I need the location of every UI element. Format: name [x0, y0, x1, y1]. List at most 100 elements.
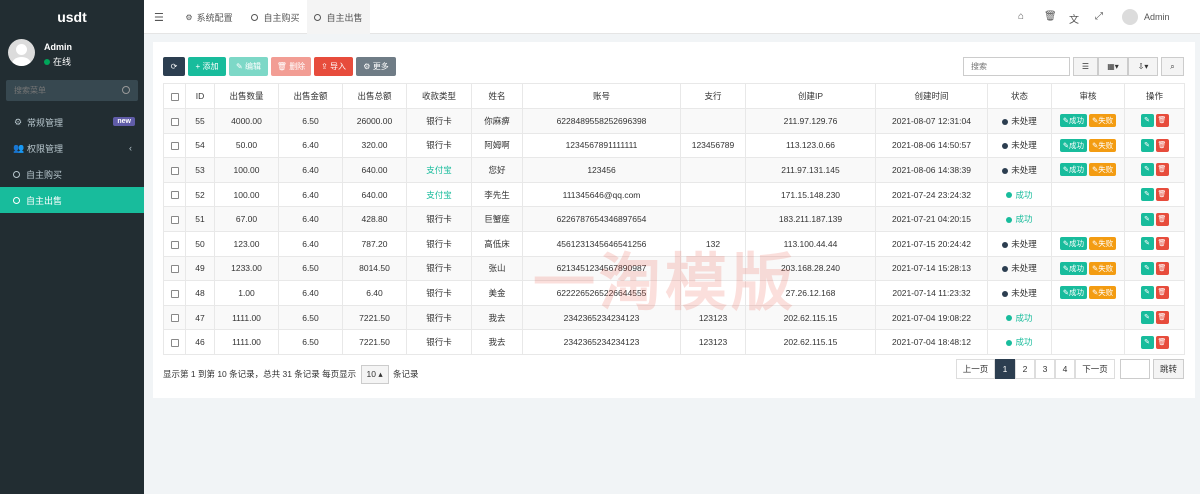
- row-edit-button[interactable]: ✎: [1140, 188, 1154, 202]
- table-row[interactable]: 47 1111.00 6.50 7221.50 银行卡 我去 234236523423412…: [163, 304, 1185, 331]
- column-header[interactable]: ID: [185, 83, 215, 109]
- page-button[interactable]: 2: [1015, 359, 1035, 379]
- home-icon[interactable]: ⌂: [1018, 11, 1024, 22]
- row-edit-button[interactable]: ✎: [1140, 286, 1154, 300]
- row-checkbox[interactable]: [170, 191, 179, 200]
- approve-button[interactable]: ✎成功: [1059, 163, 1087, 177]
- import-button[interactable]: ⇪ 导入: [314, 57, 353, 76]
- goto-page-button[interactable]: 跳转: [1153, 359, 1184, 379]
- approve-button[interactable]: ✎成功: [1059, 138, 1087, 152]
- reject-button[interactable]: ✎失败: [1089, 286, 1117, 300]
- row-delete-button[interactable]: 🗑: [1155, 311, 1169, 325]
- reject-button[interactable]: ✎失败: [1089, 114, 1117, 128]
- column-header[interactable]: 出售总额: [342, 83, 407, 109]
- table-row[interactable]: 48 1.00 6.40 6.40 银行卡 美金 6222265265226644555 27…: [163, 280, 1185, 306]
- table-row[interactable]: 54 50.00 6.40 320.00 银行卡 阿姆啊 1234567891111111 1…: [163, 132, 1185, 159]
- column-header[interactable]: 出售数量: [214, 83, 279, 109]
- approve-button[interactable]: ✎成功: [1059, 261, 1087, 275]
- advanced-search-button[interactable]: ⌕: [1161, 57, 1184, 76]
- tab-system-config[interactable]: ⚙ 系统配置: [174, 0, 244, 34]
- more-button[interactable]: ⚙ 更多: [356, 57, 396, 76]
- table-row[interactable]: 55 4000.00 6.50 26000.00 银行卡 你麻痹 6228489558252…: [163, 108, 1185, 134]
- row-delete-button[interactable]: 🗑: [1155, 237, 1169, 251]
- row-edit-button[interactable]: ✎: [1140, 212, 1154, 226]
- row-delete-button[interactable]: 🗑: [1155, 188, 1169, 202]
- reject-button[interactable]: ✎失败: [1089, 237, 1117, 251]
- table-row[interactable]: 49 1233.00 6.50 8014.50 银行卡 张山 621345123456789…: [163, 255, 1185, 282]
- row-delete-button[interactable]: 🗑: [1155, 138, 1169, 152]
- table-row[interactable]: 53 100.00 6.40 640.00 支付宝 您好 123456 211.97.131.…: [163, 157, 1185, 183]
- table-row[interactable]: 50 123.00 6.40 787.20 银行卡 高低床 4561231345646541…: [163, 230, 1185, 257]
- table-row[interactable]: 52 100.00 6.40 640.00 支付宝 李先生 111345646@qq.com…: [163, 181, 1185, 208]
- page-size-select[interactable]: 10 ▴: [360, 365, 389, 384]
- row-edit-button[interactable]: ✎: [1140, 311, 1154, 325]
- row-delete-button[interactable]: 🗑: [1155, 163, 1169, 177]
- approve-button[interactable]: ✎成功: [1059, 286, 1087, 300]
- row-edit-button[interactable]: ✎: [1140, 237, 1154, 251]
- export-dropdown-button[interactable]: ⇩▾: [1128, 57, 1158, 76]
- row-delete-button[interactable]: 🗑: [1155, 335, 1169, 349]
- page-button[interactable]: 1: [995, 359, 1015, 379]
- tab-sell[interactable]: 自主出售: [307, 0, 370, 34]
- row-edit-button[interactable]: ✎: [1140, 114, 1154, 128]
- row-delete-button[interactable]: 🗑: [1155, 261, 1169, 275]
- column-header[interactable]: 出售金额: [278, 83, 343, 109]
- row-checkbox[interactable]: [170, 166, 179, 175]
- add-button[interactable]: + 添加: [188, 57, 226, 76]
- column-header[interactable]: 支行: [680, 83, 746, 109]
- column-header[interactable]: 账号: [522, 83, 681, 109]
- row-edit-button[interactable]: ✎: [1140, 138, 1154, 152]
- refresh-button[interactable]: ⟳: [163, 57, 185, 76]
- menu-search-input[interactable]: [6, 80, 138, 101]
- row-checkbox[interactable]: [170, 338, 179, 347]
- column-header[interactable]: 创建IP: [745, 83, 876, 109]
- delete-button[interactable]: 🗑 删除: [271, 57, 311, 76]
- trash-icon[interactable]: 🗑: [1044, 11, 1057, 22]
- top-avatar[interactable]: [1122, 9, 1138, 25]
- row-checkbox[interactable]: [170, 240, 179, 249]
- columns-dropdown-button[interactable]: ▦▾: [1098, 57, 1128, 76]
- language-icon[interactable]: 文: [1069, 11, 1079, 26]
- sidebar-item-general[interactable]: ⚙ 常规管理 new: [0, 109, 144, 135]
- reject-button[interactable]: ✎失败: [1089, 261, 1117, 275]
- menu-toggle-icon[interactable]: ☰: [154, 11, 164, 24]
- approve-button[interactable]: ✎成功: [1059, 114, 1087, 128]
- goto-page-input[interactable]: [1120, 359, 1150, 379]
- row-delete-button[interactable]: 🗑: [1155, 114, 1169, 128]
- table-search-input[interactable]: [963, 57, 1070, 76]
- page-button[interactable]: 3: [1035, 359, 1055, 379]
- row-checkbox[interactable]: [170, 265, 179, 274]
- table-row[interactable]: 51 67.00 6.40 428.80 银行卡 巨蟹座 62267876543468976…: [163, 206, 1185, 232]
- sidebar-item-permissions[interactable]: 👥 权限管理 ‹: [0, 135, 144, 161]
- page-button[interactable]: 4: [1055, 359, 1075, 379]
- fullscreen-icon[interactable]: ⤢: [1095, 11, 1103, 22]
- toggle-view-button[interactable]: ☰: [1073, 57, 1098, 76]
- reject-button[interactable]: ✎失败: [1089, 138, 1117, 152]
- row-checkbox[interactable]: [170, 314, 179, 323]
- row-edit-button[interactable]: ✎: [1140, 163, 1154, 177]
- row-checkbox[interactable]: [170, 117, 179, 126]
- app-logo[interactable]: usdt: [0, 0, 144, 34]
- top-user-name[interactable]: Admin: [1144, 12, 1170, 22]
- column-header[interactable]: 姓名: [471, 83, 523, 109]
- tab-buy[interactable]: 自主购买: [244, 0, 307, 34]
- column-header[interactable]: 创建时间: [875, 83, 988, 109]
- reject-button[interactable]: ✎失败: [1089, 163, 1117, 177]
- row-checkbox[interactable]: [170, 215, 179, 224]
- search-icon[interactable]: [122, 86, 130, 94]
- select-all-checkbox[interactable]: [170, 92, 179, 101]
- approve-button[interactable]: ✎成功: [1059, 237, 1087, 251]
- column-header[interactable]: 收款类型: [406, 83, 472, 109]
- column-header[interactable]: 状态: [987, 83, 1052, 109]
- row-edit-button[interactable]: ✎: [1140, 335, 1154, 349]
- row-delete-button[interactable]: 🗑: [1155, 286, 1169, 300]
- row-delete-button[interactable]: 🗑: [1155, 212, 1169, 226]
- sidebar-item-buy[interactable]: 自主购买: [0, 161, 144, 187]
- row-checkbox[interactable]: [170, 142, 179, 151]
- row-checkbox[interactable]: [170, 289, 179, 298]
- prev-page-button[interactable]: 上一页: [956, 359, 995, 379]
- table-row[interactable]: 46 1111.00 6.50 7221.50 银行卡 我去 234236523423412…: [163, 329, 1185, 355]
- next-page-button[interactable]: 下一页: [1075, 359, 1115, 379]
- edit-button[interactable]: ✎ 编辑: [229, 57, 268, 76]
- row-edit-button[interactable]: ✎: [1140, 261, 1154, 275]
